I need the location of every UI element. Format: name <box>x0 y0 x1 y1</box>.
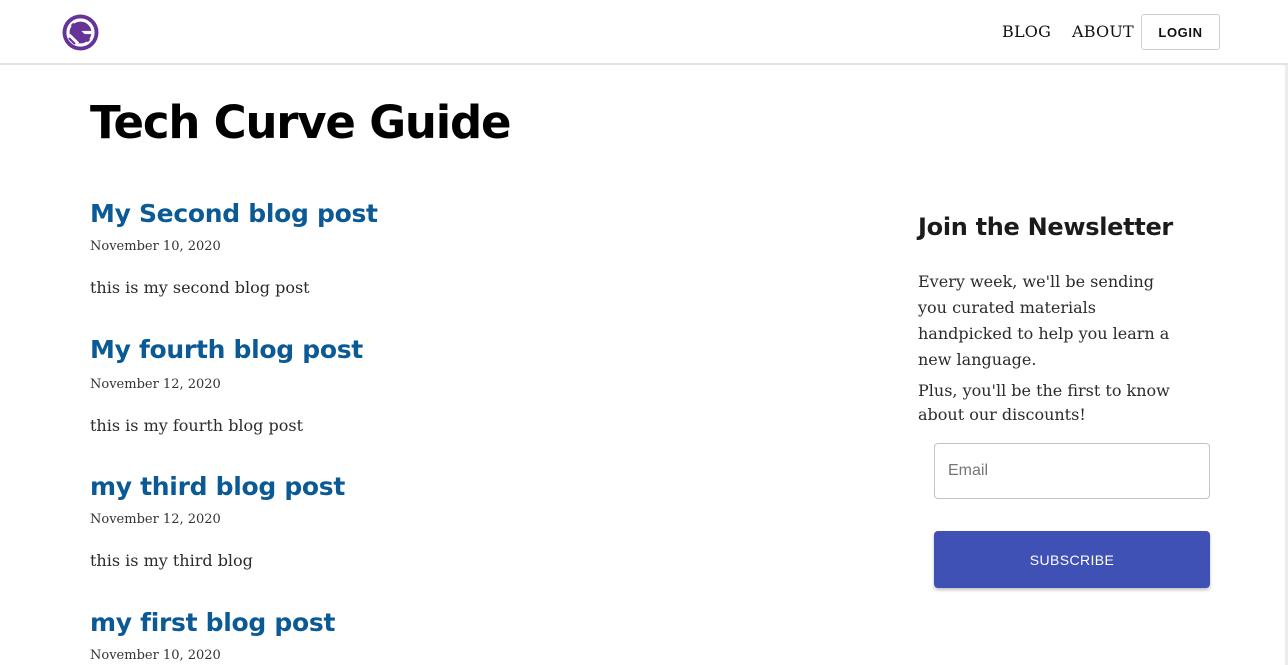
newsletter-description: Every week, we'll be sending you curated… <box>918 272 1170 369</box>
post-date: November 10, 2020 <box>90 648 221 663</box>
page-title: Tech Curve Guide <box>90 96 512 149</box>
newsletter-discount-note: Plus, you'll be the first to know about … <box>918 381 1170 424</box>
gatsby-logo-icon[interactable] <box>62 14 99 51</box>
post-excerpt: this is my third blog <box>90 551 253 570</box>
post-item: My fourth blog post November 12, 2020 th… <box>90 335 363 435</box>
post-item: my first blog post November 10, 2020 <box>90 608 335 663</box>
post-title-link[interactable]: My Second blog post <box>90 199 378 228</box>
post-date: November 12, 2020 <box>90 377 221 392</box>
post-title-link[interactable]: my first blog post <box>90 608 335 637</box>
post-item: my third blog post November 12, 2020 thi… <box>90 472 345 570</box>
email-field[interactable] <box>934 443 1210 499</box>
newsletter-panel: Join the Newsletter Every week, we'll be… <box>918 213 1218 424</box>
post-excerpt: this is my second blog post <box>90 278 310 297</box>
nav-about-link[interactable]: ABOUT <box>1072 22 1134 41</box>
post-title-link[interactable]: My fourth blog post <box>90 335 363 364</box>
login-button[interactable]: LOGIN <box>1141 14 1220 50</box>
post-excerpt: this is my fourth blog post <box>90 416 304 435</box>
nav-blog-link[interactable]: BLOG <box>1002 22 1051 41</box>
newsletter-title: Join the Newsletter <box>918 213 1173 241</box>
top-navbar: BLOG ABOUT LOGIN <box>0 0 1288 65</box>
post-title-link[interactable]: my third blog post <box>90 472 345 501</box>
post-date: November 12, 2020 <box>90 512 221 527</box>
post-item: My Second blog post November 10, 2020 th… <box>90 199 378 297</box>
post-date: November 10, 2020 <box>90 239 221 254</box>
subscribe-button[interactable]: SUBSCRIBE <box>934 531 1210 588</box>
